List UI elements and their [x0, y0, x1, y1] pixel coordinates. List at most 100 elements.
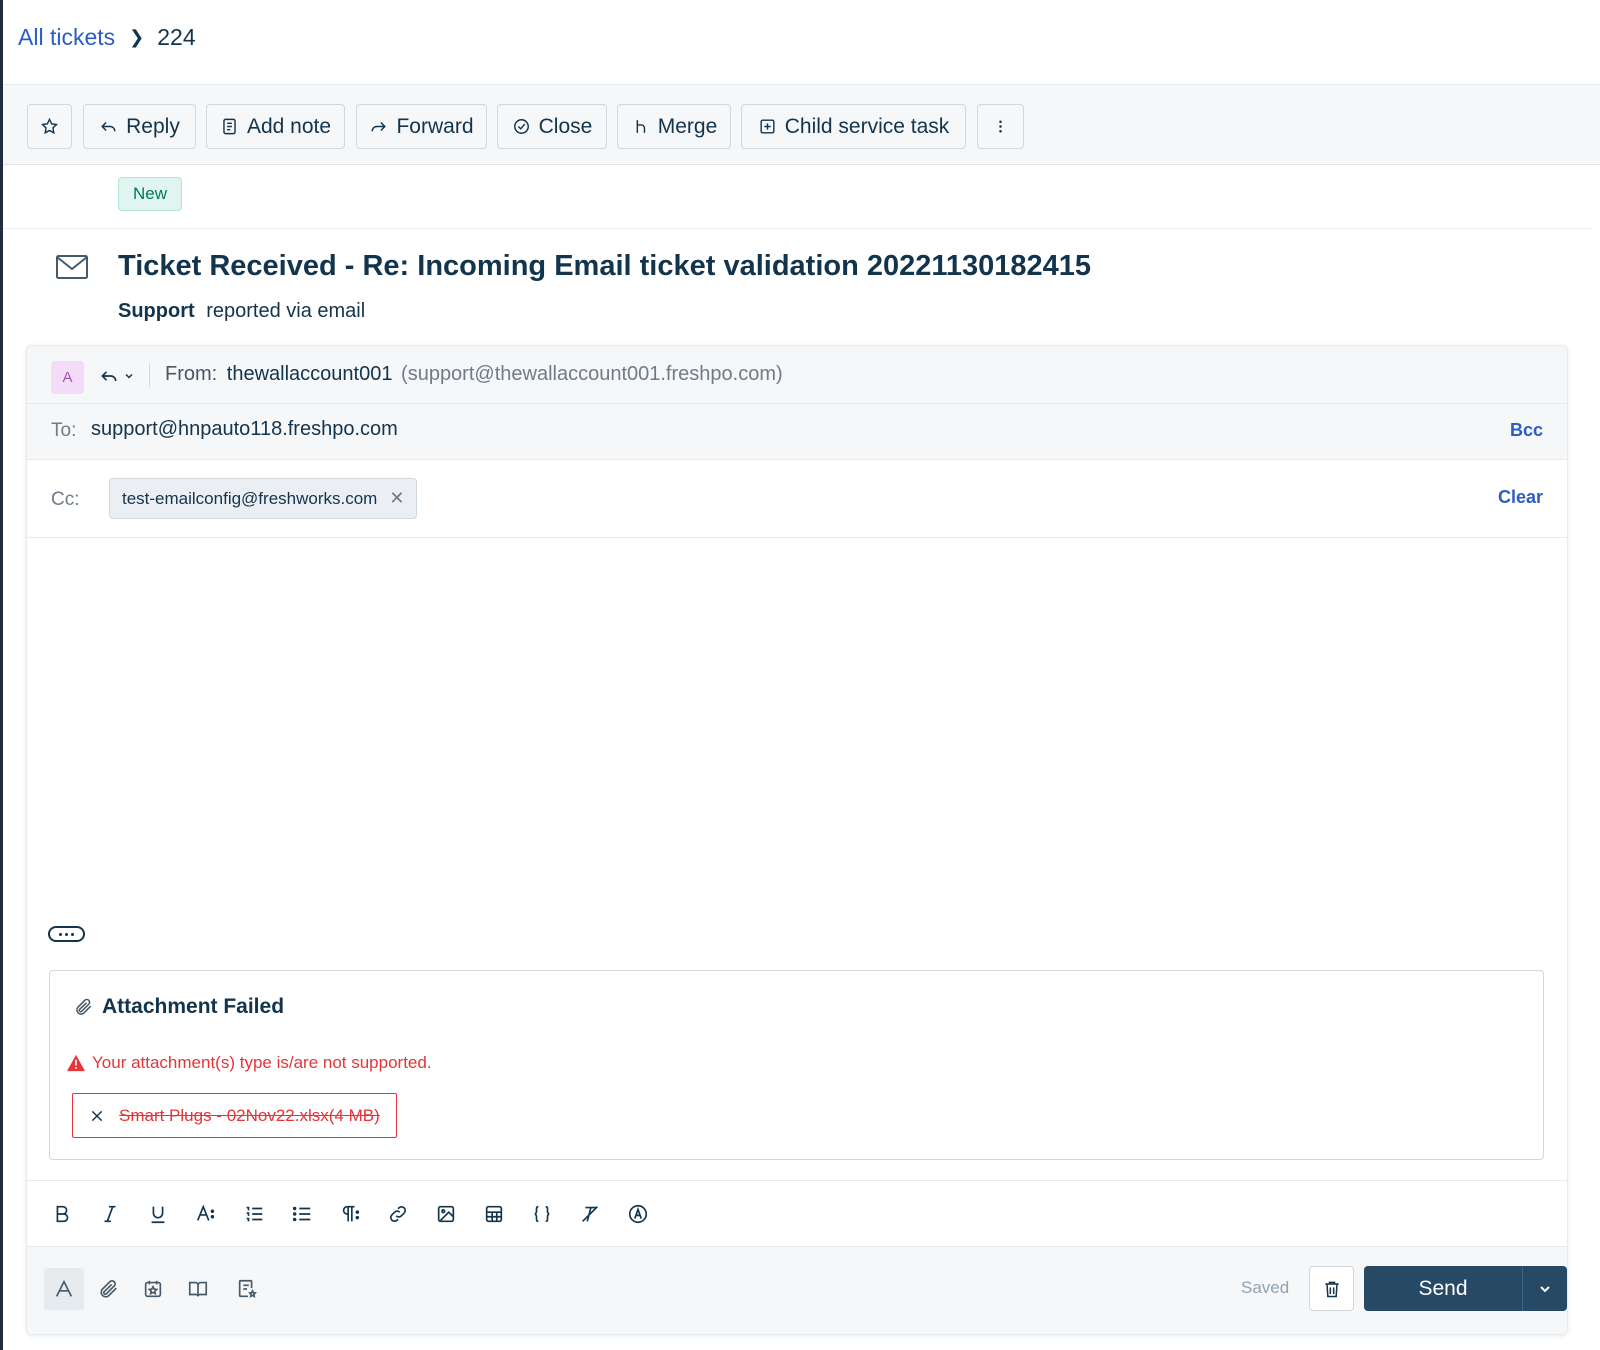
attach-file-button[interactable] [89, 1268, 129, 1310]
saved-status: Saved [1241, 1278, 1290, 1297]
more-actions-button[interactable] [977, 104, 1024, 149]
child-service-task-button[interactable]: Child service task [741, 104, 966, 149]
composer-footer: Saved Send [27, 1246, 1567, 1334]
avatar: A [51, 361, 84, 394]
close-ticket-button[interactable]: Close [497, 104, 607, 149]
show-quoted-text-button[interactable] [48, 926, 85, 942]
chevron-right-icon: ❯ [129, 27, 145, 47]
paragraph-format-button[interactable] [337, 1201, 363, 1227]
failed-attachment-name: Smart Plugs - 02Nov22.xlsx(4 MB) [119, 1105, 380, 1125]
canned-response-button[interactable] [133, 1268, 173, 1310]
insert-link-button[interactable] [385, 1201, 411, 1227]
insert-table-button[interactable] [481, 1201, 507, 1227]
check-circle-icon [513, 119, 529, 134]
clear-formatting-button[interactable] [577, 1201, 603, 1227]
template-icon [238, 1279, 257, 1298]
to-row: To: support@hnpauto118.freshpo.com Bcc [27, 404, 1567, 460]
cc-chip-email: test-emailconfig@freshworks.com [122, 488, 378, 508]
clear-button[interactable]: Clear [1498, 487, 1543, 508]
insert-image-button[interactable] [433, 1201, 459, 1227]
from-field[interactable]: From: thewallaccount001 (support@thewall… [165, 363, 783, 386]
cc-row: Cc: test-emailconfig@freshworks.com ✕ Cl… [27, 460, 1567, 538]
from-name: thewallaccount001 [226, 363, 393, 385]
close-label: Close [538, 114, 593, 138]
reporter-name[interactable]: Support [118, 300, 195, 322]
text-format-icon [55, 1279, 73, 1297]
attachment-panel: Attachment Failed Your attachment(s) typ… [49, 970, 1544, 1160]
reply-composer: A From: thewallaccount001 (support@thewa… [26, 345, 1568, 1335]
code-block-button[interactable] [529, 1201, 555, 1227]
send-options-button[interactable] [1522, 1266, 1567, 1311]
delete-draft-button[interactable] [1309, 1266, 1354, 1311]
braces-icon [534, 1205, 550, 1223]
italic-button[interactable] [97, 1201, 123, 1227]
paperclip-icon [100, 1279, 117, 1298]
to-field[interactable]: support@hnpauto118.freshpo.com [91, 418, 398, 441]
warning-icon [67, 1054, 85, 1072]
send-button[interactable]: Send [1364, 1266, 1522, 1311]
mail-icon [56, 255, 88, 279]
font-size-button[interactable] [193, 1201, 219, 1227]
dot-icon [71, 932, 74, 936]
chevron-down-icon [125, 373, 133, 379]
forward-label: Forward [396, 114, 474, 138]
status-badge: New [118, 177, 183, 211]
chevron-down-icon [1540, 1285, 1550, 1292]
plus-square-icon [760, 119, 775, 134]
bold-icon [56, 1205, 69, 1223]
dot-icon [65, 932, 68, 936]
format-toolbar [27, 1180, 1567, 1246]
bullet-list-icon [292, 1206, 311, 1222]
paperclip-icon [76, 998, 92, 1015]
spell-check-icon [628, 1204, 648, 1224]
from-label: From: [165, 363, 218, 385]
from-row: A From: thewallaccount001 (support@thewa… [27, 346, 1567, 404]
solution-articles-button[interactable] [178, 1268, 218, 1310]
ordered-list-button[interactable] [241, 1201, 267, 1227]
add-note-button[interactable]: Add note [206, 104, 345, 149]
insert-template-button[interactable] [227, 1268, 267, 1310]
bullet-list-button[interactable] [289, 1201, 315, 1227]
clear-format-icon [582, 1206, 598, 1222]
merge-label: Merge [657, 114, 718, 138]
dot-icon [59, 932, 62, 936]
note-icon [223, 118, 236, 135]
ticket-toolbar: Reply Add note Forward Close Merge Child… [3, 85, 1600, 165]
cc-label: Cc: [51, 489, 80, 510]
status-row: New [3, 165, 1593, 229]
bold-button[interactable] [49, 1201, 75, 1227]
table-icon [485, 1205, 503, 1223]
attachment-error: Your attachment(s) type is/are not suppo… [66, 1053, 432, 1073]
attachment-title-text: Attachment Failed [102, 995, 285, 1018]
failed-attachment-chip: Smart Plugs - 02Nov22.xlsx(4 MB) [72, 1093, 397, 1138]
star-button[interactable] [27, 104, 72, 149]
text-size-icon [196, 1204, 215, 1221]
forward-button[interactable]: Forward [356, 104, 487, 149]
to-label: To: [51, 420, 77, 441]
reply-type-dropdown[interactable] [99, 366, 135, 386]
text-format-toggle[interactable] [44, 1268, 84, 1310]
cc-chip: test-emailconfig@freshworks.com ✕ [109, 478, 418, 519]
underline-button[interactable] [145, 1201, 171, 1227]
trash-icon [1324, 1281, 1339, 1297]
breadcrumb: All tickets ❯ 224 [18, 24, 196, 51]
attachment-error-text: Your attachment(s) type is/are not suppo… [92, 1053, 432, 1072]
merge-icon [636, 120, 645, 133]
child-task-label: Child service task [784, 114, 950, 138]
spell-check-button[interactable] [625, 1201, 651, 1227]
bcc-button[interactable]: Bcc [1510, 420, 1543, 441]
close-icon[interactable] [89, 1108, 105, 1124]
canned-response-icon [144, 1280, 162, 1298]
ticket-title: Ticket Received - Re: Incoming Email tic… [118, 250, 1092, 282]
add-note-label: Add note [246, 114, 332, 138]
from-address: (support@thewallaccount001.freshpo.com) [401, 363, 783, 385]
merge-button[interactable]: Merge [617, 104, 731, 149]
book-icon [188, 1281, 208, 1297]
reported-via: reported via email [206, 300, 366, 322]
breadcrumb-current: 224 [157, 24, 196, 50]
reply-button[interactable]: Reply [83, 104, 196, 149]
reply-label: Reply [126, 114, 180, 138]
forward-icon [371, 122, 387, 132]
breadcrumb-all-tickets[interactable]: All tickets [18, 24, 115, 51]
remove-chip-icon[interactable]: ✕ [389, 488, 404, 509]
